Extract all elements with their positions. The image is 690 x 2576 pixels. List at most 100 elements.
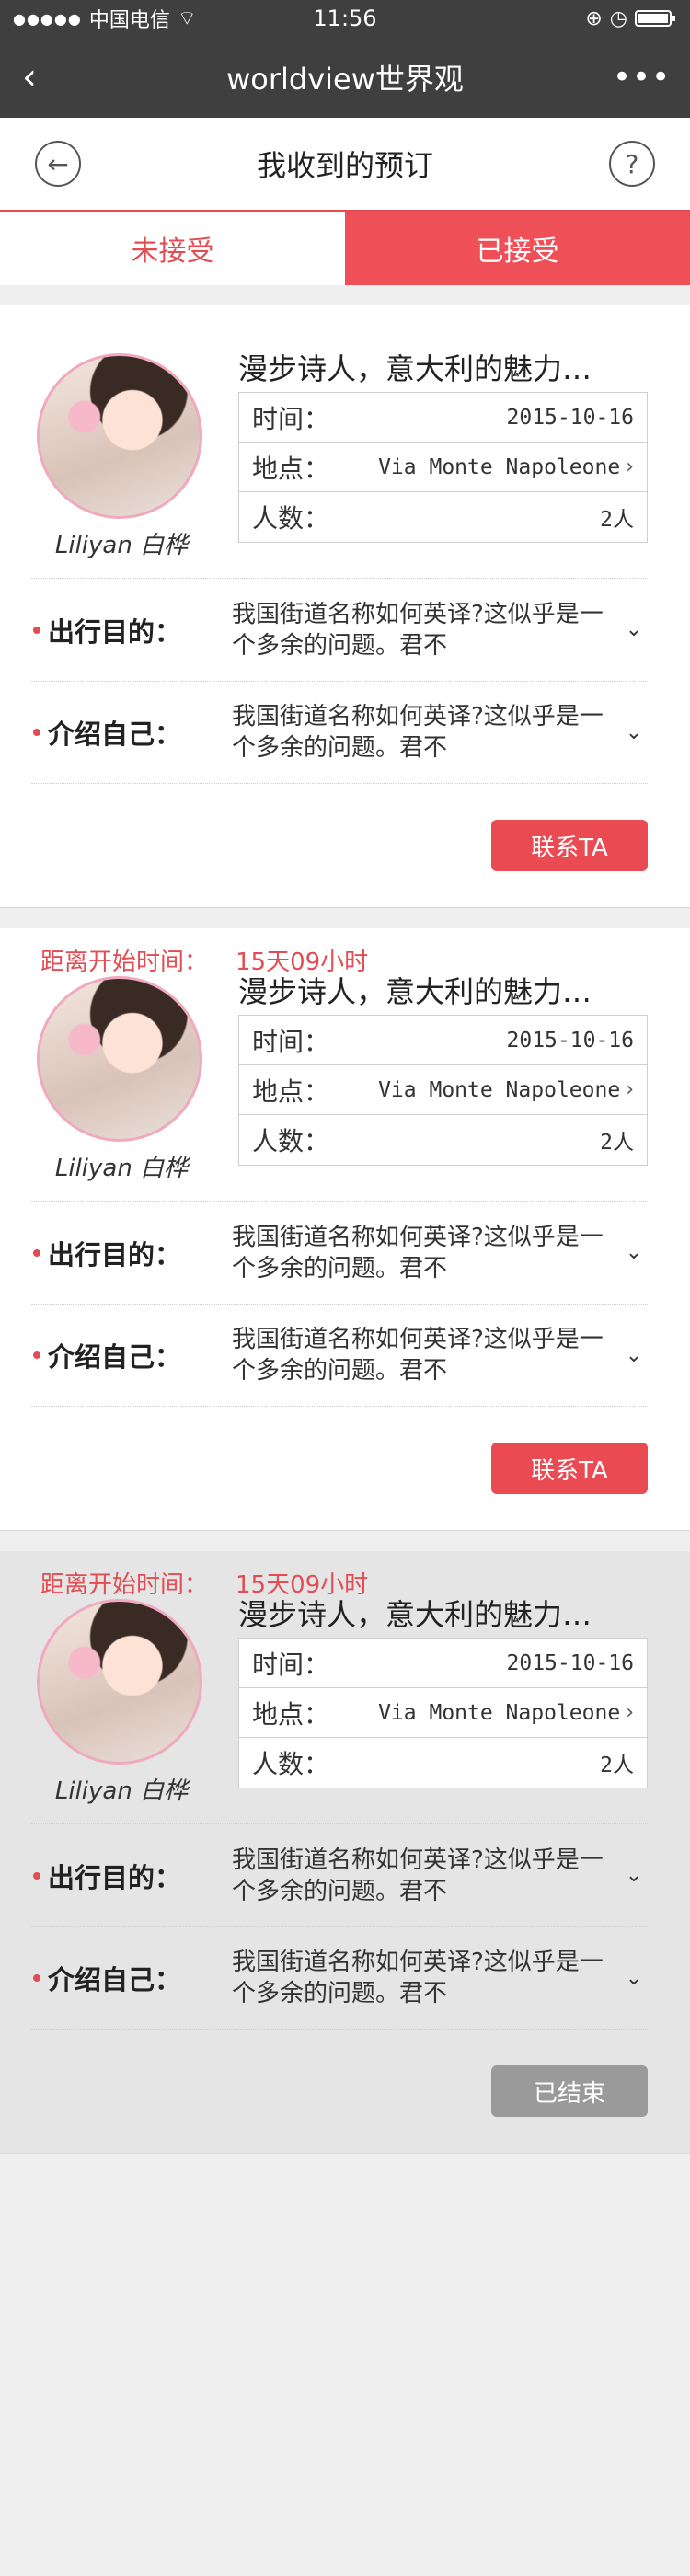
- chevron-down-icon[interactable]: ⌄: [620, 721, 648, 744]
- people-label: 人数：: [252, 1749, 330, 1779]
- chevron-down-icon[interactable]: ⌄: [620, 1864, 648, 1887]
- card-top: 距离开始时间： 15天09小时 Liliyan 白桦 漫步诗人，意大利的魅力… …: [31, 1551, 648, 1823]
- bullet-icon: [33, 1248, 40, 1257]
- intro-text: 我国街道名称如何英译?这似乎是一个多余的问题。君不: [232, 1326, 604, 1385]
- time-value: 2015-10-16: [506, 1028, 634, 1052]
- info-row-people: 人数： 2人: [239, 1115, 647, 1165]
- purpose-label: 出行目的：: [48, 1238, 182, 1271]
- chevron-right-icon: ›: [626, 1078, 634, 1101]
- card-actions: 联系TA: [31, 1407, 648, 1530]
- info-row-place[interactable]: 地点： Via Monte Napoleone ›: [239, 443, 647, 492]
- rotation-lock-icon: ⊕: [585, 6, 603, 30]
- card-top: Liliyan 白桦 漫步诗人，意大利的魅力… 时间： 2015-10-16 地…: [31, 305, 648, 578]
- info-row-people: 人数： 2人: [239, 1738, 647, 1788]
- tab-accepted[interactable]: 已接受: [345, 212, 690, 285]
- trip-info-table: 时间： 2015-10-16 地点： Via Monte Napoleone ›…: [238, 1015, 648, 1166]
- people-label: 人数：: [252, 503, 330, 534]
- place-label: 地点：: [252, 453, 330, 484]
- purpose-text: 我国街道名称如何英译?这似乎是一个多余的问题。君不: [232, 1223, 604, 1282]
- chevron-down-icon[interactable]: ⌄: [620, 618, 648, 641]
- info-row-time: 时间： 2015-10-16: [239, 1639, 647, 1688]
- trip-title[interactable]: 漫步诗人，意大利的魅力…: [238, 1592, 643, 1634]
- user-name: Liliyan 白桦: [54, 1155, 189, 1182]
- intro-label: 介绍自己：: [48, 1341, 182, 1373]
- bullet-icon: [33, 626, 40, 634]
- wifi-icon: ⌔: [177, 7, 197, 30]
- nav-title: worldview世界观: [226, 62, 464, 97]
- help-icon[interactable]: ?: [608, 141, 655, 187]
- place-value: Via Monte Napoleone: [378, 454, 621, 479]
- people-label: 人数：: [252, 1126, 330, 1156]
- intro-row[interactable]: 介绍自己： 我国街道名称如何英译?这似乎是一个多余的问题。君不 ⌄: [31, 681, 648, 784]
- purpose-row[interactable]: 出行目的： 我国街道名称如何英译?这似乎是一个多余的问题。君不 ⌄: [31, 578, 648, 681]
- user-name: Liliyan 白桦: [54, 532, 189, 559]
- countdown-label: 距离开始时间：: [40, 1571, 209, 1599]
- people-value: 2人: [600, 1754, 634, 1777]
- chevron-down-icon[interactable]: ⌄: [620, 1344, 648, 1367]
- intro-row[interactable]: 介绍自己： 我国街道名称如何英译?这似乎是一个多余的问题。君不 ⌄: [31, 1926, 648, 2030]
- people-value: 2人: [600, 508, 634, 532]
- booking-card-1: Liliyan 白桦 漫步诗人，意大利的魅力… 时间： 2015-10-16 地…: [0, 305, 690, 908]
- chevron-right-icon: ›: [626, 1701, 634, 1724]
- time-value: 2015-10-16: [506, 405, 634, 430]
- purpose-text: 我国街道名称如何英译?这似乎是一个多余的问题。君不: [232, 1846, 604, 1905]
- card-top: 距离开始时间： 15天09小时 Liliyan 白桦 漫步诗人，意大利的魅力… …: [31, 928, 648, 1201]
- page-header: ← 我收到的预订 ?: [0, 118, 690, 210]
- status-time: 11:56: [313, 6, 377, 31]
- purpose-row[interactable]: 出行目的： 我国街道名称如何英译?这似乎是一个多余的问题。君不 ⌄: [31, 1201, 648, 1304]
- info-row-place[interactable]: 地点： Via Monte Napoleone ›: [239, 1688, 647, 1738]
- bullet-icon: [33, 1871, 40, 1880]
- trip-info-table: 时间： 2015-10-16 地点： Via Monte Napoleone ›…: [238, 1638, 648, 1788]
- signal-icon: ●●●●●: [13, 9, 82, 28]
- booking-card-3: 距离开始时间： 15天09小时 Liliyan 白桦 漫步诗人，意大利的魅力… …: [0, 1551, 690, 2154]
- info-row-time: 时间： 2015-10-16: [239, 393, 647, 443]
- status-right: ⊕ ◷: [456, 7, 677, 30]
- info-row-time: 时间： 2015-10-16: [239, 1016, 647, 1065]
- avatar[interactable]: [37, 976, 202, 1142]
- back-icon[interactable]: ‹: [22, 56, 77, 98]
- place-value-wrap: Via Monte Napoleone ›: [378, 1701, 634, 1725]
- place-value-wrap: Via Monte Napoleone ›: [378, 455, 634, 479]
- purpose-row[interactable]: 出行目的： 我国街道名称如何英译?这似乎是一个多余的问题。君不 ⌄: [31, 1823, 648, 1926]
- time-value: 2015-10-16: [506, 1650, 634, 1675]
- place-value: Via Monte Napoleone: [378, 1700, 621, 1725]
- trip-title[interactable]: 漫步诗人，意大利的魅力…: [238, 346, 643, 388]
- avatar[interactable]: [37, 1599, 202, 1765]
- people-value: 2人: [600, 1131, 634, 1155]
- avatar[interactable]: [37, 353, 202, 519]
- chevron-down-icon[interactable]: ⌄: [620, 1241, 648, 1264]
- tab-bar: 未接受 已接受: [0, 210, 690, 285]
- chevron-right-icon: ›: [626, 455, 634, 478]
- place-label: 地点：: [252, 1075, 330, 1107]
- alarm-icon: ◷: [609, 6, 627, 30]
- bullet-icon: [33, 1351, 40, 1359]
- purpose-label: 出行目的：: [48, 615, 182, 648]
- place-value-wrap: Via Monte Napoleone ›: [378, 1078, 634, 1102]
- card-action-button: 已结束: [491, 2065, 648, 2117]
- card-actions: 联系TA: [31, 784, 648, 907]
- intro-label: 介绍自己：: [48, 1964, 182, 1995]
- intro-label: 介绍自己：: [48, 719, 182, 750]
- chevron-down-icon[interactable]: ⌄: [620, 1967, 648, 1990]
- tab-not-accepted[interactable]: 未接受: [0, 212, 345, 285]
- trip-info-table: 时间： 2015-10-16 地点： Via Monte Napoleone ›…: [238, 392, 648, 543]
- trip-title[interactable]: 漫步诗人，意大利的魅力…: [238, 969, 643, 1011]
- time-label: 时间：: [252, 403, 330, 434]
- more-icon[interactable]: •••: [613, 59, 670, 96]
- card-action-button[interactable]: 联系TA: [491, 820, 648, 871]
- place-value: Via Monte Napoleone: [378, 1077, 621, 1102]
- countdown-label: 距离开始时间：: [40, 949, 209, 976]
- back-arrow-icon[interactable]: ←: [35, 141, 81, 187]
- battery-icon: [634, 10, 675, 27]
- booking-list: Liliyan 白桦 漫步诗人，意大利的魅力… 时间： 2015-10-16 地…: [0, 305, 690, 2154]
- card-action-button[interactable]: 联系TA: [491, 1443, 648, 1494]
- user-name: Liliyan 白桦: [54, 1777, 189, 1805]
- intro-row[interactable]: 介绍自己： 我国街道名称如何英译?这似乎是一个多余的问题。君不 ⌄: [31, 1304, 648, 1407]
- info-row-place[interactable]: 地点： Via Monte Napoleone ›: [239, 1065, 647, 1115]
- page-title: 我收到的预订: [256, 148, 433, 183]
- nav-bar: ‹ worldview世界观 •••: [0, 37, 690, 118]
- card-actions: 已结束: [31, 2030, 648, 2153]
- time-label: 时间：: [252, 1026, 330, 1057]
- time-label: 时间：: [252, 1649, 330, 1680]
- bullet-icon: [33, 729, 40, 736]
